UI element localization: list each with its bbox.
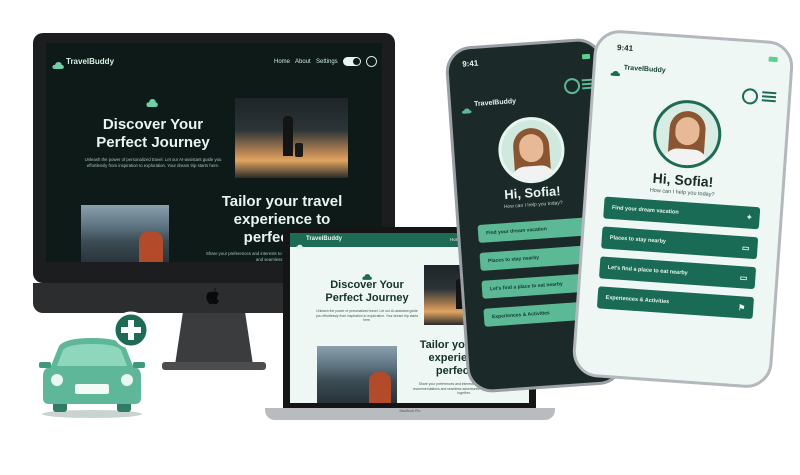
brand-name[interactable]: TravelBuddy: [306, 236, 342, 242]
hero-title-line2: Perfect Journey: [96, 134, 210, 151]
theme-toggle[interactable]: [343, 57, 361, 66]
cloud-logo-icon: [146, 95, 158, 107]
hero-title-line1: Discover Your: [330, 279, 404, 291]
lake-mountain-photo: [317, 346, 397, 403]
traveler-silhouette: [283, 116, 293, 156]
toggle-knob: [353, 58, 360, 65]
lake-mountain-photo: [81, 205, 169, 262]
brand-name[interactable]: TravelBuddy: [623, 65, 665, 75]
option-label: Find your dream vacation: [611, 205, 679, 216]
option-label: Experiences & Activities: [605, 294, 670, 306]
option-places-stay[interactable]: Places to stay nearby ▭: [601, 226, 759, 260]
nav-about-link[interactable]: About: [295, 59, 311, 65]
cloud-logo-icon: [461, 101, 472, 114]
car-add-icon: [35, 310, 150, 420]
option-experiences[interactable]: Experiences & Activities ⚑: [596, 286, 755, 320]
hiker-backpack: [139, 231, 163, 262]
cloud-logo-icon: [295, 237, 304, 250]
suitcase-silhouette: [295, 143, 303, 157]
activity-icon: ⚑: [737, 302, 746, 313]
status-time: 9:41: [461, 58, 479, 69]
brand-name[interactable]: TravelBuddy: [474, 98, 516, 108]
nav-settings-link[interactable]: Settings: [316, 59, 338, 65]
imac-stand: [175, 313, 253, 365]
hero-description: Unleash the power of personalized travel…: [315, 309, 419, 323]
phone-light: 9:41 TravelBuddy Hi, Sofia! How can I he…: [571, 28, 795, 390]
profile-icon[interactable]: [741, 87, 759, 105]
option-label: Places to stay nearby: [609, 234, 667, 245]
hero-title-line2: Perfect Journey: [325, 292, 409, 304]
hero-description: Unleash the power of personalized travel…: [84, 157, 222, 168]
option-label: Let's find a place to eat nearby: [607, 264, 688, 277]
tailor-title-line1: Tailor your travel: [221, 193, 343, 210]
battery-icon: [768, 56, 778, 63]
brand-name[interactable]: TravelBuddy: [66, 57, 114, 66]
menu-hamburger-icon[interactable]: [761, 91, 777, 103]
battery-icon: [581, 53, 591, 60]
hero-title-line1: Discover Your: [102, 116, 204, 133]
food-icon: ▭: [739, 272, 748, 283]
imac-stand-foot: [162, 362, 266, 370]
profile-icon[interactable]: [563, 77, 581, 95]
hiker-backpack: [369, 372, 391, 403]
laptop-model-label: MacBook Pro: [399, 409, 421, 413]
bed-icon: ▭: [741, 242, 750, 253]
option-dream-vacation[interactable]: Find your dream vacation ⌖: [603, 196, 761, 230]
user-avatar: [650, 97, 724, 171]
user-avatar: [496, 114, 567, 186]
cloud-logo-icon: [362, 268, 372, 280]
apple-logo-icon: [205, 287, 221, 305]
location-pin-icon: ⌖: [746, 212, 752, 222]
status-time: 9:41: [616, 43, 634, 54]
cloud-logo-icon: [610, 64, 621, 77]
cloud-logo-icon: [52, 57, 64, 69]
option-place-eat[interactable]: Let's find a place to eat nearby ▭: [598, 256, 757, 290]
traveler-window-photo: [235, 98, 348, 178]
profile-icon[interactable]: [366, 56, 377, 67]
nav-home-link[interactable]: Home: [274, 59, 290, 65]
